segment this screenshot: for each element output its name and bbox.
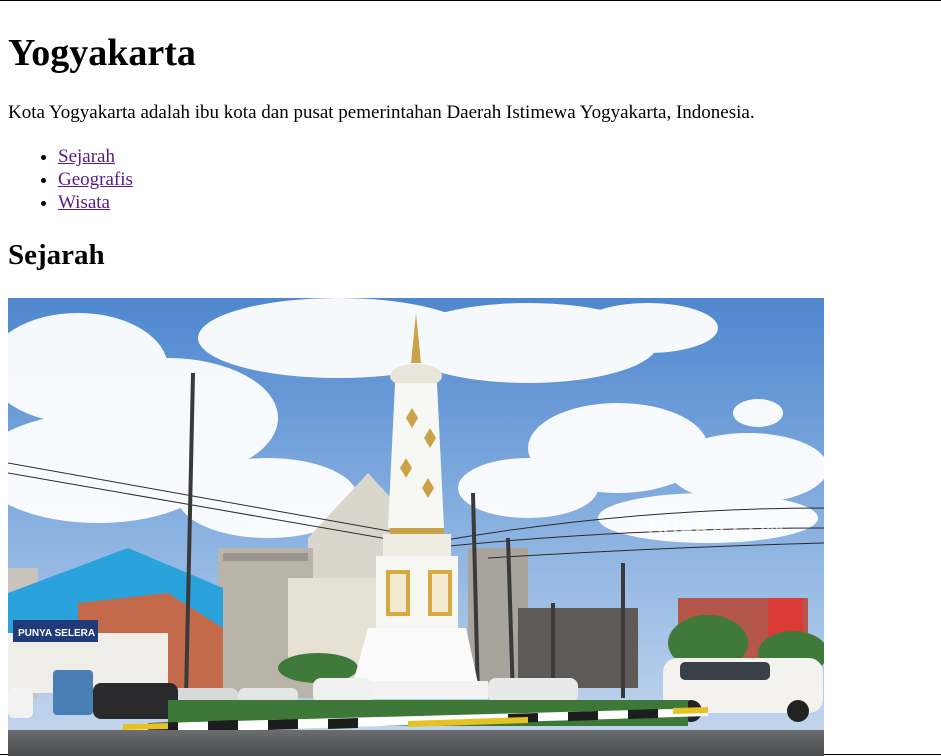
intro-paragraph: Kota Yogyakarta adalah ibu kota dan pusa… <box>8 102 755 123</box>
road <box>8 730 824 756</box>
shop-sign-text: PUNYA SELERA <box>18 628 95 639</box>
table-of-contents: Sejarah Geografis Wisata <box>8 145 133 214</box>
tugu-illustration: PUNYA SELERA SUARA.COM <box>8 298 824 756</box>
page-title: Yogyakarta <box>8 32 196 74</box>
toc-link-wisata[interactable]: Wisata <box>58 192 110 213</box>
toc-link-sejarah[interactable]: Sejarah <box>58 146 115 167</box>
toc-item-sejarah: Sejarah <box>58 145 133 168</box>
toc-item-geografis: Geografis <box>58 168 133 191</box>
toc-link-geografis[interactable]: Geografis <box>58 169 133 190</box>
section-heading-sejarah: Sejarah <box>8 239 105 271</box>
toc-item-wisata: Wisata <box>58 191 133 214</box>
tugu-photo: PUNYA SELERA SUARA.COM <box>8 298 824 756</box>
watermark-text: SUARA.COM <box>648 516 784 541</box>
